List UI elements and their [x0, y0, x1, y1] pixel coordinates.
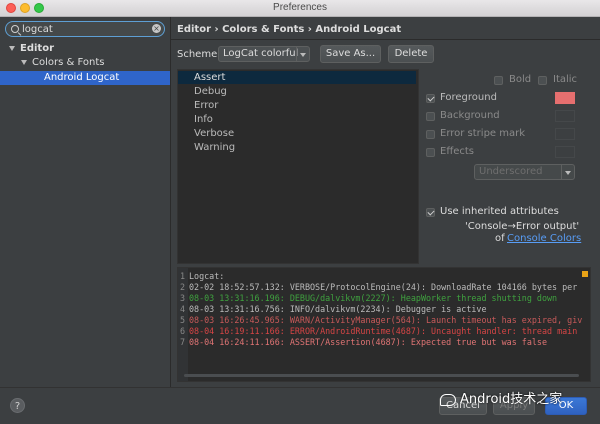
list-item-warning[interactable]: Warning — [178, 141, 416, 154]
preview-line: 3 08-03 13:31:16.196: DEBUG/dalvikvm(2227… — [178, 293, 588, 304]
use-inherited-label: Use inherited attributes — [440, 206, 559, 217]
tree-item-label: Colors & Fonts — [32, 57, 105, 68]
list-item-error[interactable]: Error — [178, 99, 416, 112]
foreground-label: Foreground — [440, 92, 497, 103]
chevron-down-icon — [561, 165, 574, 179]
tree-item-label: Editor — [20, 43, 54, 54]
effects-label: Effects — [440, 146, 474, 157]
bold-checkbox[interactable] — [494, 76, 503, 85]
tree-item-editor[interactable]: Editor — [0, 42, 170, 56]
scheme-value: LogCat colorful — [223, 48, 299, 59]
list-item-verbose[interactable]: Verbose — [178, 127, 416, 140]
watermark: Android技术之家 — [440, 388, 562, 407]
horizontal-scrollbar[interactable] — [184, 374, 579, 377]
line-number: 7 — [180, 337, 186, 347]
chevron-down-icon — [296, 47, 309, 61]
tree-item-colors-fonts[interactable]: Colors & Fonts — [0, 56, 170, 70]
wechat-icon — [440, 393, 456, 406]
expand-arrow-icon[interactable] — [21, 59, 27, 65]
help-button[interactable]: ? — [10, 398, 25, 413]
preview-line: 6 08-04 16:19:11.166: ERROR/AndroidRuntim… — [178, 326, 588, 337]
list-item-assert[interactable]: Assert — [178, 71, 416, 84]
effects-type-select[interactable]: Underscored — [474, 164, 575, 180]
use-inherited-checkbox[interactable] — [426, 208, 435, 217]
scheme-label: Scheme: — [177, 49, 221, 60]
line-number: 1 — [180, 271, 186, 281]
line-number: 6 — [180, 326, 186, 336]
italic-checkbox[interactable] — [538, 76, 547, 85]
effects-checkbox[interactable] — [426, 148, 435, 157]
tree-item-android-logcat[interactable]: Android Logcat — [0, 71, 170, 85]
expand-arrow-icon[interactable] — [9, 45, 15, 51]
title-bar: Preferences — [0, 0, 600, 17]
preview-line: 2 02-02 18:52:57.132: VERBOSE/ProtocolEng… — [178, 282, 588, 293]
settings-search[interactable]: × — [5, 21, 165, 37]
preview-line-text: Logcat: — [189, 271, 225, 281]
delete-button[interactable]: Delete — [388, 45, 434, 63]
error-stripe-color-swatch[interactable] — [555, 128, 575, 140]
bold-label: Bold — [509, 74, 532, 85]
effects-color-swatch[interactable] — [555, 146, 575, 158]
console-colors-link[interactable]: Console Colors — [507, 233, 581, 244]
line-number: 4 — [180, 304, 186, 314]
background-checkbox[interactable] — [426, 112, 435, 121]
inherit-source-text: 'Console→Error output' — [465, 221, 580, 232]
logcat-preview[interactable]: 1 Logcat: 2 02-02 18:52:57.132: VERBOSE/Pro… — [177, 267, 591, 382]
line-number: 5 — [180, 315, 186, 325]
breadcrumb: Editor › Colors & Fonts › Android Logcat — [177, 24, 402, 35]
save-as-button[interactable]: Save As... — [320, 45, 381, 63]
background-label: Background — [440, 110, 500, 121]
list-item-debug[interactable]: Debug — [178, 85, 416, 98]
inherit-of-text: of — [495, 233, 505, 244]
line-number: 2 — [180, 282, 186, 292]
preview-line-text: 08-03 16:26:45.965: WARN/ActivityManager… — [189, 315, 583, 325]
foreground-color-swatch[interactable] — [555, 92, 575, 104]
error-stripe-checkbox[interactable] — [426, 130, 435, 139]
foreground-checkbox[interactable] — [426, 94, 435, 103]
settings-panel: Editor › Colors & Fonts › Android Logcat… — [171, 17, 600, 387]
preview-line-text: 08-04 16:24:11.166: ASSERT/Assertion(468… — [189, 337, 547, 347]
preview-line: 1 Logcat: — [178, 271, 588, 282]
log-level-list[interactable]: Assert Debug Error Info Verbose Warning — [177, 69, 419, 264]
clear-search-icon[interactable]: × — [152, 24, 161, 33]
effects-type-value: Underscored — [479, 166, 543, 177]
list-item-info[interactable]: Info — [178, 113, 416, 126]
preview-line-text: 08-03 13:31:16.196: DEBUG/dalvikvm(2227)… — [189, 293, 558, 303]
preview-line: 4 08-03 13:31:16.756: INFO/dalvikvm(2234)… — [178, 304, 588, 315]
search-input[interactable] — [22, 23, 147, 35]
preview-line: 5 08-03 16:26:45.965: WARN/ActivityManage… — [178, 315, 588, 326]
settings-sidebar: × Editor Colors & Fonts Android Logcat — [0, 17, 171, 387]
divider — [171, 39, 600, 40]
preview-line-text: 08-04 16:19:11.166: ERROR/AndroidRuntime… — [189, 326, 578, 336]
search-icon — [11, 25, 19, 33]
window-title: Preferences — [273, 2, 327, 13]
scheme-select[interactable]: LogCat colorful — [218, 46, 310, 62]
preview-line-text: 08-03 13:31:16.756: INFO/dalvikvm(2234):… — [189, 304, 487, 314]
italic-label: Italic — [553, 74, 578, 85]
preview-line-text: 02-02 18:52:57.132: VERBOSE/ProtocolEngi… — [189, 282, 578, 292]
watermark-text: Android技术之家 — [460, 392, 563, 407]
preview-line: 7 08-04 16:24:11.166: ASSERT/Assertion(46… — [178, 337, 588, 348]
background-color-swatch[interactable] — [555, 110, 575, 122]
error-stripe-label: Error stripe mark — [440, 128, 526, 139]
line-number: 3 — [180, 293, 186, 303]
tree-item-label: Android Logcat — [44, 72, 120, 83]
